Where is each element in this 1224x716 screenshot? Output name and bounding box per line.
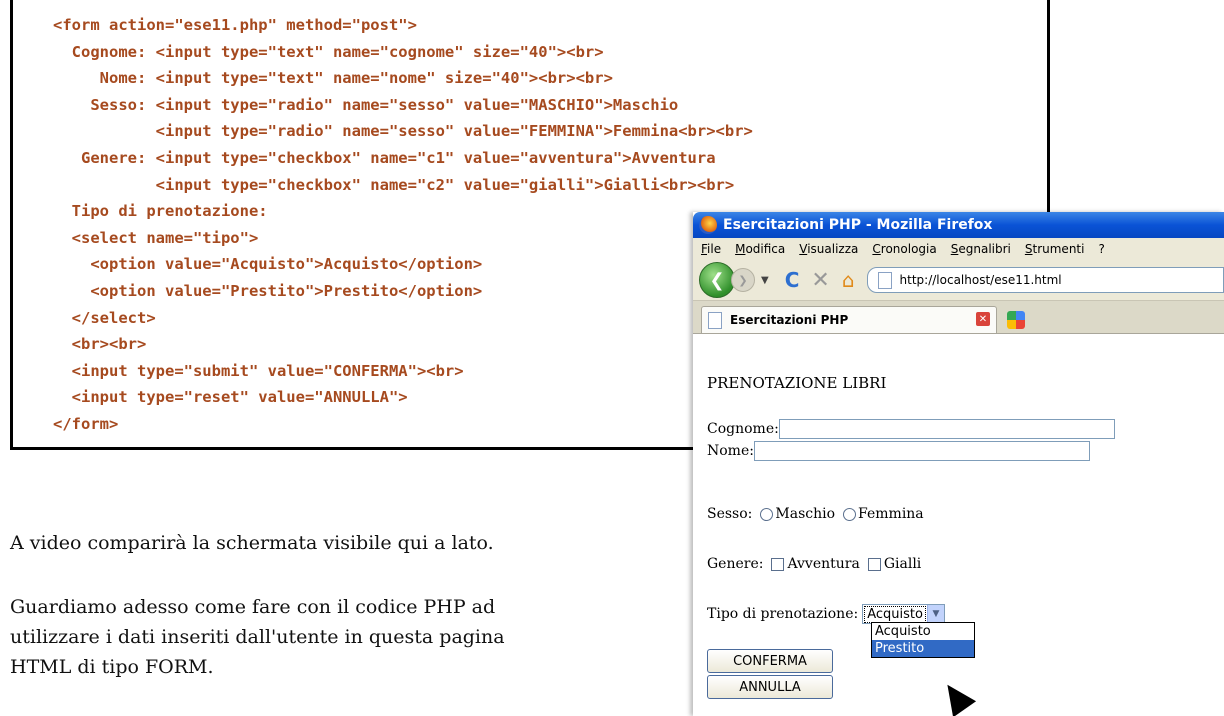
code-line: Cognome: <input type="text" name="cognom… [53, 42, 604, 61]
stop-icon[interactable]: ✕ [811, 268, 829, 293]
paragraph-php-line3: HTML di tipo FORM. [10, 656, 214, 678]
cognome-input[interactable] [778, 419, 1115, 439]
code-line: <input type="submit" value="CONFERMA"><b… [53, 361, 464, 380]
menu-cronologia[interactable]: Cronologia [872, 242, 936, 256]
select-arrow-icon[interactable]: ▼ [926, 605, 944, 623]
menu-segnalibri[interactable]: Segnalibri [951, 242, 1011, 256]
tipo-select[interactable]: Acquisto ▼ [862, 604, 945, 624]
sesso-label: Sesso: [707, 506, 753, 522]
code-line: </select> [53, 308, 156, 327]
annulla-button[interactable]: ANNULLA [707, 675, 833, 699]
radio-femmina[interactable] [843, 507, 857, 521]
code-line: Nome: <input type="text" name="nome" siz… [53, 69, 613, 88]
window-title: Esercitazioni PHP - Mozilla Firefox [723, 217, 993, 233]
cognome-label: Cognome: [707, 421, 779, 437]
tipo-row: Tipo di prenotazione: Acquisto ▼ [707, 604, 945, 624]
menu-help[interactable]: ? [1098, 242, 1104, 256]
tab-label: Esercitazioni PHP [730, 313, 849, 327]
menu-modifica[interactable]: Modifica [735, 242, 785, 256]
femmina-label: Femmina [858, 506, 924, 522]
menu-file[interactable]: File [701, 242, 721, 256]
paragraph-php-line2: utilizzare i dati inseriti dall'utente i… [10, 626, 505, 648]
navigation-toolbar: ❮ ❯ ▼ C ✕ ⌂ http://localhost/ese11.html [693, 260, 1224, 301]
tab-page-icon [708, 311, 722, 329]
code-line: <form action="ese11.php" method="post"> [53, 16, 417, 34]
tipo-label: Tipo di prenotazione: [707, 606, 859, 622]
back-button[interactable]: ❮ [699, 262, 735, 298]
checkbox-avventura[interactable] [771, 557, 785, 571]
menu-bar: File Modifica Visualizza Cronologia Segn… [693, 238, 1224, 260]
paragraph-video: A video comparirà la schermata visibile … [10, 532, 494, 554]
cognome-row: Cognome: [707, 419, 1115, 439]
code-line: <input type="radio" name="sesso" value="… [53, 122, 753, 141]
code-line: <br><br> [53, 335, 147, 354]
tab-strip: Esercitazioni PHP ✕ [693, 301, 1224, 334]
tab-esercitazioni[interactable]: Esercitazioni PHP ✕ [701, 306, 997, 333]
page-content: PRENOTAZIONE LIBRI Cognome: Nome: Sesso:… [693, 364, 1224, 716]
genere-row: Genere: Avventura Gialli [707, 556, 921, 572]
home-icon[interactable]: ⌂ [842, 268, 855, 292]
code-line: <option value="Acquisto">Acquisto</optio… [53, 255, 483, 274]
select-value: Acquisto [864, 605, 926, 623]
radio-maschio[interactable] [760, 507, 774, 521]
paragraph-php-line1: Guardiamo adesso come fare con il codice… [10, 596, 496, 618]
conferma-button[interactable]: CONFERMA [707, 649, 833, 673]
code-listing: <form action="ese11.php" method="post"> … [53, 12, 753, 438]
reload-icon[interactable]: C [785, 268, 800, 292]
page-heading: PRENOTAZIONE LIBRI [707, 374, 887, 392]
forward-arrow-icon: ❯ [738, 273, 748, 287]
option-acquisto[interactable]: Acquisto [872, 623, 974, 640]
url-text: http://localhost/ese11.html [899, 273, 1062, 287]
back-arrow-icon: ❮ [709, 269, 725, 291]
menu-visualizza[interactable]: Visualizza [799, 242, 858, 256]
nome-row: Nome: [707, 441, 1090, 461]
code-line: </form> [53, 414, 119, 433]
nome-input[interactable] [753, 441, 1090, 461]
code-line: <input type="reset" value="ANNULLA"> [53, 388, 408, 407]
checkbox-gialli[interactable] [867, 557, 881, 571]
mouse-cursor-icon [935, 676, 977, 716]
tab-close-icon[interactable]: ✕ [976, 312, 990, 326]
sesso-row: Sesso: Maschio Femmina [707, 506, 924, 522]
forward-button[interactable]: ❯ [731, 268, 755, 292]
code-line: Genere: <input type="checkbox" name="c1"… [53, 148, 716, 167]
google-new-tab-icon[interactable] [1007, 311, 1025, 329]
firefox-window: Esercitazioni PHP - Mozilla Firefox File… [693, 212, 1224, 716]
select-dropdown-list: Acquisto Prestito [871, 622, 975, 658]
menu-strumenti[interactable]: Strumenti [1025, 242, 1085, 256]
code-line: <select name="tipo"> [53, 228, 259, 247]
url-bar[interactable]: http://localhost/ese11.html [866, 267, 1224, 293]
maschio-label: Maschio [775, 506, 836, 522]
page-icon [877, 271, 892, 289]
option-prestito[interactable]: Prestito [872, 640, 974, 657]
code-line: Sesso: <input type="radio" name="sesso" … [53, 95, 679, 114]
genere-label: Genere: [707, 556, 764, 572]
window-titlebar[interactable]: Esercitazioni PHP - Mozilla Firefox [693, 212, 1224, 238]
code-line: <option value="Prestito">Prestito</optio… [53, 281, 483, 300]
nome-label: Nome: [707, 443, 754, 459]
code-line: <input type="checkbox" name="c2" value="… [53, 175, 735, 194]
firefox-logo-icon [699, 216, 717, 234]
history-dropdown-icon[interactable]: ▼ [761, 275, 769, 286]
gialli-label: Gialli [883, 556, 922, 572]
code-line: Tipo di prenotazione: [53, 202, 268, 221]
avventura-label: Avventura [787, 556, 860, 572]
